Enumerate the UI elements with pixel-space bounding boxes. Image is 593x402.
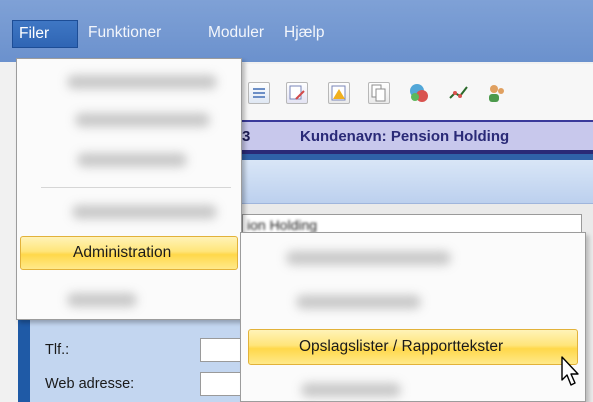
menu-item-administration[interactable]: Administration xyxy=(20,236,238,270)
menu-item-3[interactable] xyxy=(77,153,187,167)
menu-moduler[interactable]: Moduler xyxy=(204,20,268,48)
form-edge xyxy=(18,320,30,402)
submenu-item-4[interactable] xyxy=(301,383,401,397)
phone-field[interactable] xyxy=(200,338,242,362)
warning-icon[interactable] xyxy=(328,82,350,104)
application-window: Filer Funktioner Moduler Hjælp 3 Kundena xyxy=(0,0,593,402)
phone-label: Tlf.: xyxy=(45,342,70,358)
edit-icon[interactable] xyxy=(286,82,308,104)
menu-item-6[interactable] xyxy=(67,293,137,307)
customer-name-value: ion Holding xyxy=(247,217,318,233)
menu-filer[interactable]: Filer xyxy=(12,20,78,48)
customer-name-label: Kundenavn: Pension Holding xyxy=(300,128,510,145)
menu-bar: Filer Funktioner Moduler Hjælp xyxy=(0,0,593,62)
submenu-item-1[interactable] xyxy=(286,251,451,265)
administration-label: Administration xyxy=(73,244,172,261)
file-menu-dropdown xyxy=(16,58,242,320)
administration-submenu xyxy=(240,232,586,402)
users-icon[interactable] xyxy=(486,82,508,104)
submenu-item-opslagslister[interactable]: Opslagslister / Rapporttekster xyxy=(248,329,578,365)
menu-funktioner[interactable]: Funktioner xyxy=(84,20,165,48)
web-address-field[interactable] xyxy=(200,372,242,396)
chart-icon[interactable] xyxy=(448,82,470,104)
opslagslister-label: Opslagslister / Rapporttekster xyxy=(299,338,504,355)
menu-item-4[interactable] xyxy=(72,205,217,219)
list-icon[interactable] xyxy=(248,82,270,104)
customer-number: 3 xyxy=(242,128,251,145)
customer-info-bar: 3 Kundenavn: Pension Holding xyxy=(242,120,593,154)
submenu-item-2[interactable] xyxy=(296,295,421,309)
mouse-cursor-icon xyxy=(561,356,579,386)
toolbar xyxy=(242,64,593,120)
menu-item-2[interactable] xyxy=(75,113,210,127)
globe-icon[interactable] xyxy=(408,82,430,104)
panel-header xyxy=(242,160,593,204)
copy-icon[interactable] xyxy=(368,82,390,104)
menu-item-1[interactable] xyxy=(67,75,217,89)
menu-separator xyxy=(41,187,231,188)
web-address-label: Web adresse: xyxy=(45,376,135,392)
menu-hjaelp[interactable]: Hjælp xyxy=(280,20,328,48)
